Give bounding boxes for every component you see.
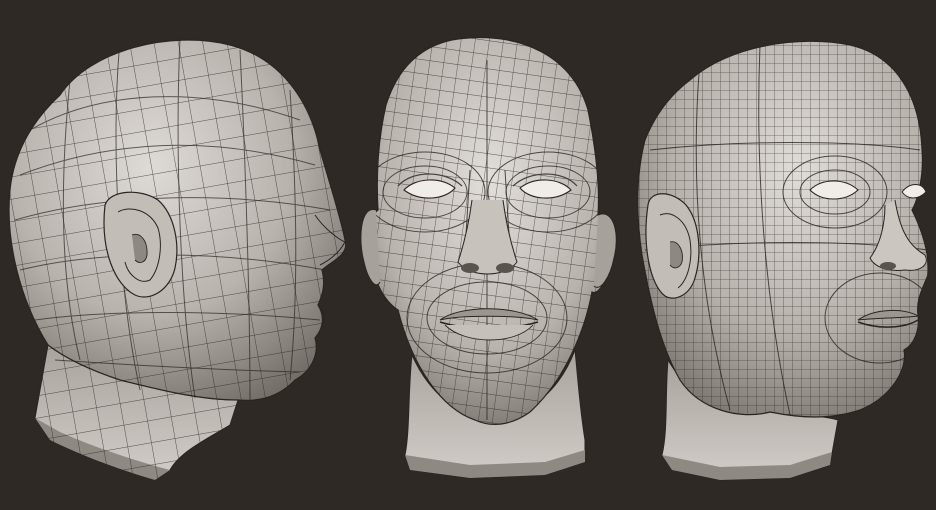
head-topology-render — [0, 0, 936, 510]
